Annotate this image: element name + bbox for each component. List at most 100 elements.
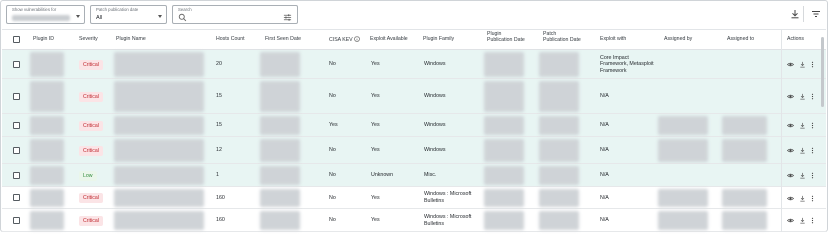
table-row[interactable]: Low 1 No Unknown Misc. N/A (2, 164, 826, 187)
plugin-name-redacted (114, 211, 204, 230)
assigned-by-redacted (658, 139, 708, 162)
more-vertical-icon[interactable] (809, 217, 816, 224)
plugin-pub-date-redacted (484, 116, 524, 135)
info-icon[interactable] (353, 36, 360, 42)
search-icon (178, 13, 187, 22)
col-first-seen-date[interactable]: First Seen Date (265, 36, 301, 42)
row-checkbox[interactable] (13, 216, 20, 224)
col-plugin-publication-date[interactable]: Plugin Publication Date (487, 31, 525, 44)
col-hosts-count[interactable]: Hosts Count (216, 36, 245, 42)
eye-icon[interactable] (787, 61, 794, 68)
cisa-kev-value: No (329, 147, 336, 153)
download-icon[interactable] (799, 195, 806, 202)
table-row[interactable]: Critical 12 No Yes Windows N/A (2, 137, 826, 164)
plugin-family-value: Windows (424, 61, 446, 67)
more-vertical-icon[interactable] (809, 195, 816, 202)
assigned-by-redacted (658, 189, 708, 207)
vertical-scrollbar[interactable] (821, 37, 824, 107)
show-vulnerabilities-select[interactable]: Show vulnerabilities for (6, 5, 85, 24)
exploit-available-value: Yes (371, 61, 380, 67)
plugin-id-redacted (30, 211, 64, 230)
plugin-family-line2: Bulletins (424, 198, 445, 204)
table-row[interactable]: Critical 15 No Yes Windows N/A (2, 79, 826, 114)
patch-pub-date-redacted (539, 81, 579, 112)
search-input[interactable]: Search (172, 5, 298, 24)
exploit-available-value: Unknown (371, 172, 394, 178)
exploit-with-line3: Framework (600, 67, 627, 74)
cisa-kev-value: No (329, 93, 336, 99)
row-checkbox[interactable] (13, 60, 20, 68)
more-vertical-icon[interactable] (809, 61, 816, 68)
eye-icon[interactable] (787, 195, 794, 202)
plugin-name-redacted (114, 139, 204, 162)
cisa-kev-value: No (329, 61, 336, 67)
tune-icon[interactable] (283, 13, 292, 22)
select-all-checkbox[interactable] (13, 36, 20, 43)
download-icon[interactable] (799, 147, 806, 154)
more-vertical-icon[interactable] (809, 172, 816, 179)
first-seen-redacted (260, 166, 300, 185)
plugin-family-value: Windows (424, 122, 446, 128)
col-exploit-with[interactable]: Exploit with (600, 36, 626, 42)
filter-icon[interactable] (810, 8, 822, 20)
download-icon[interactable] (799, 122, 806, 129)
plugin-id-redacted (30, 139, 64, 162)
row-checkbox[interactable] (13, 171, 20, 179)
row-checkbox[interactable] (13, 146, 20, 154)
plugin-family-line1: Windows : Microsoft (424, 191, 472, 197)
more-vertical-icon[interactable] (809, 93, 816, 100)
plugin-pub-date-line2: Publication Date (487, 37, 525, 44)
col-plugin-name[interactable]: Plugin Name (116, 36, 146, 42)
row-checkbox[interactable] (13, 121, 20, 129)
plugin-family-value: Misc. (424, 172, 437, 178)
col-cisa-kev[interactable]: CISA KEV (329, 36, 360, 43)
eye-icon[interactable] (787, 172, 794, 179)
plugin-name-redacted (114, 52, 204, 77)
assigned-to-redacted (722, 211, 767, 230)
col-patch-publication-date[interactable]: Patch Publication Date (543, 31, 581, 44)
download-icon[interactable] (799, 93, 806, 100)
eye-icon[interactable] (787, 217, 794, 224)
severity-badge: Critical (79, 215, 103, 226)
col-plugin-family[interactable]: Plugin Family (423, 36, 454, 42)
download-icon[interactable] (789, 8, 801, 20)
plugin-id-redacted (30, 81, 64, 112)
severity-badge: Critical (79, 59, 103, 70)
exploit-available-value: Yes (371, 217, 380, 223)
table-row[interactable]: Critical 20 No Yes Windows Core Impact Framewo… (2, 50, 826, 79)
col-actions: Actions (787, 36, 805, 42)
col-severity[interactable]: Severity (79, 36, 98, 42)
search-label: Search (178, 7, 192, 12)
table-row[interactable]: Critical 160 No Yes Windows : Microsoft Bulle… (2, 187, 826, 209)
show-vulnerabilities-label: Show vulnerabilities for (12, 7, 57, 12)
cisa-kev-value: No (329, 194, 336, 201)
table-row[interactable]: Critical 15 Yes Yes Windows N/A (2, 114, 826, 137)
download-icon[interactable] (799, 172, 806, 179)
more-vertical-icon[interactable] (809, 147, 816, 154)
eye-icon[interactable] (787, 122, 794, 129)
plugin-id-redacted (30, 116, 64, 135)
download-icon[interactable] (799, 217, 806, 224)
eye-icon[interactable] (787, 93, 794, 100)
cisa-kev-label: CISA KEV (329, 37, 353, 43)
exploit-with-value: N/A (600, 217, 609, 223)
download-icon[interactable] (799, 61, 806, 68)
col-plugin-id[interactable]: Plugin ID (33, 36, 54, 42)
col-exploit-available[interactable]: Exploit Available (370, 36, 408, 42)
plugin-pub-date-line1: Plugin (487, 31, 502, 37)
exploit-with-value: N/A (600, 122, 609, 128)
assigned-by-redacted (658, 116, 708, 135)
more-vertical-icon[interactable] (809, 122, 816, 129)
table-row[interactable]: Critical 160 No Yes Windows : Microsoft Bulle… (2, 209, 826, 232)
col-assigned-by[interactable]: Assigned by (664, 36, 692, 42)
patch-publication-date-select[interactable]: Patch publication date All (90, 5, 167, 24)
patch-pub-date-line2: Publication Date (543, 37, 581, 44)
plugin-pub-date-redacted (484, 81, 524, 112)
eye-icon[interactable] (787, 147, 794, 154)
plugin-family-line1: Windows : Microsoft (424, 213, 472, 220)
row-checkbox[interactable] (13, 92, 20, 100)
plugin-name-redacted (114, 166, 204, 185)
col-assigned-to[interactable]: Assigned to (727, 36, 754, 42)
plugin-family-value: Windows (424, 93, 446, 99)
row-checkbox[interactable] (13, 194, 20, 201)
